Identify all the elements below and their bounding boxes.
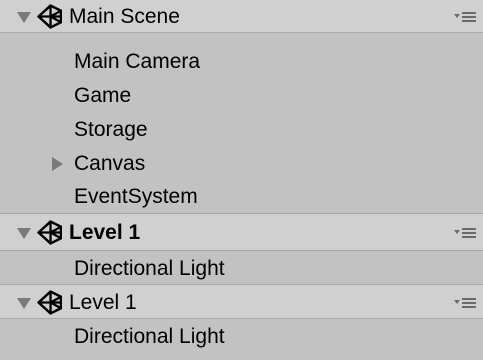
hierarchy-item-storage[interactable]: Storage <box>0 113 483 146</box>
unity-scene-icon <box>37 220 62 245</box>
hierarchy-panel: Main Scene Main Camera Game Storage Canv… <box>0 0 483 360</box>
foldout-collapsed-icon[interactable] <box>52 157 63 171</box>
hierarchy-item-label: Game <box>74 84 132 107</box>
hierarchy-item-label: Canvas <box>74 152 146 175</box>
hierarchy-item-label: Main Camera <box>74 50 201 73</box>
hierarchy-item-label: EventSystem <box>74 185 198 208</box>
hierarchy-item-label: Storage <box>74 118 148 141</box>
hierarchy-item-canvas[interactable]: Canvas <box>0 147 483 180</box>
hierarchy-item-main-camera[interactable]: Main Camera <box>0 45 483 78</box>
foldout-expanded-icon[interactable] <box>17 12 31 23</box>
scene-options-menu-icon[interactable] <box>453 9 477 25</box>
scene-header-level-1-active[interactable]: Level 1 <box>0 213 483 251</box>
hierarchy-item-directional-light[interactable]: Directional Light <box>0 252 483 285</box>
hierarchy-item-label: Directional Light <box>74 325 225 348</box>
foldout-expanded-icon[interactable] <box>17 298 31 309</box>
scene-name: Main Scene <box>69 5 180 28</box>
foldout-expanded-icon[interactable] <box>17 228 31 239</box>
hierarchy-item-game[interactable]: Game <box>0 79 483 112</box>
scene-options-menu-icon[interactable] <box>453 225 477 241</box>
unity-scene-icon <box>37 290 62 315</box>
scene-header-main-scene[interactable]: Main Scene <box>0 0 483 33</box>
scene-name: Level 1 <box>69 291 137 314</box>
hierarchy-item-eventsystem[interactable]: EventSystem <box>0 180 483 213</box>
hierarchy-item-directional-light[interactable]: Directional Light <box>0 320 483 354</box>
scene-header-level-1[interactable]: Level 1 <box>0 284 483 319</box>
scene-name: Level 1 <box>69 221 141 244</box>
unity-scene-icon <box>37 4 62 29</box>
hierarchy-item-label: Directional Light <box>74 257 225 280</box>
scene-options-menu-icon[interactable] <box>453 295 477 311</box>
